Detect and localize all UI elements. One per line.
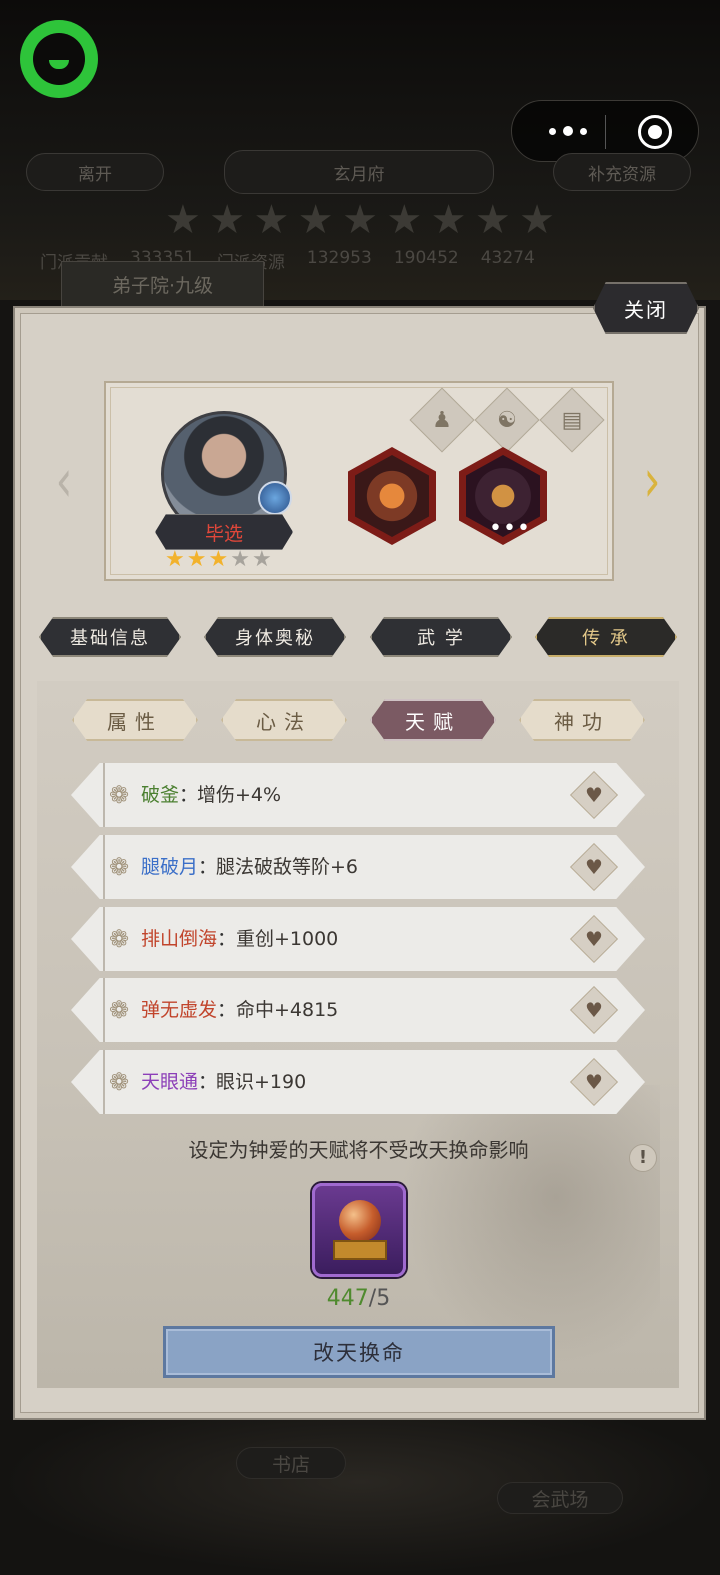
subtab-mind-method[interactable]: 心法 bbox=[221, 699, 347, 741]
item-need: /5 bbox=[368, 1286, 391, 1311]
talent-name: 腿破月 bbox=[141, 856, 199, 878]
tab-basic-info[interactable]: 基础信息 bbox=[39, 617, 181, 657]
arena-label: 会武场 bbox=[497, 1482, 623, 1514]
talent-effect: 腿法破敌等阶+6 bbox=[216, 856, 359, 878]
capsule-divider bbox=[605, 115, 606, 149]
exit-icon[interactable] bbox=[638, 115, 672, 149]
heart-icon: ♥ bbox=[585, 1070, 603, 1094]
heart-icon: ♥ bbox=[585, 783, 603, 807]
more-icon[interactable] bbox=[532, 101, 604, 161]
star-icon: ★ bbox=[165, 197, 201, 243]
talent-name: 排山倒海 bbox=[141, 928, 218, 950]
yin-yang-icon: ☯ bbox=[497, 407, 517, 433]
background-figure bbox=[400, 1085, 660, 1365]
stat-value: 190452 bbox=[393, 248, 459, 268]
favorite-button[interactable]: ♥ bbox=[569, 985, 619, 1035]
tab-body-secrets[interactable]: 身体奥秘 bbox=[204, 617, 346, 657]
leave-button: 离开 bbox=[26, 153, 164, 191]
gear-icon: ❁ bbox=[108, 853, 130, 881]
next-hero-icon[interactable]: › bbox=[640, 451, 664, 511]
change-fate-button[interactable]: 改天换命 bbox=[163, 1326, 555, 1378]
element-badge-icon bbox=[258, 481, 292, 515]
talent-effect: 命中+4815 bbox=[236, 999, 339, 1021]
star-icon: ★ bbox=[386, 197, 423, 243]
sect-name: 玄月府 bbox=[224, 150, 494, 194]
talent-row: ❁ 腿破月 ： 腿法破敌等阶+6 ♥ bbox=[71, 835, 645, 899]
talent-effect: 增伤+4% bbox=[197, 784, 282, 806]
star-filled-icon: ★ bbox=[165, 547, 185, 572]
star-icon: ★ bbox=[474, 197, 511, 243]
star-icon: ★ bbox=[297, 197, 334, 243]
talent-separator: ： bbox=[217, 999, 237, 1021]
gear-icon: ❁ bbox=[108, 1068, 130, 1096]
gear-icon: ❁ bbox=[108, 781, 130, 809]
favorite-button[interactable]: ♥ bbox=[569, 914, 619, 964]
star-filled-icon: ★ bbox=[208, 547, 229, 572]
heart-icon: ♥ bbox=[585, 998, 603, 1022]
app-logo[interactable] bbox=[20, 20, 98, 98]
star-icon: ★ bbox=[519, 197, 555, 243]
prev-hero-icon[interactable]: ‹ bbox=[52, 451, 76, 511]
talent-row: ❁ 天眼通 ： 眼识+190 ♥ bbox=[71, 1050, 645, 1114]
talent-row: ❁ 破釜 ： 增伤+4% ♥ bbox=[71, 763, 645, 827]
talent-separator: ： bbox=[217, 928, 237, 950]
building-badge: 弟子院·九级 bbox=[61, 261, 264, 307]
favorite-button[interactable]: ♥ bbox=[569, 770, 619, 820]
supplement-button: 补充资源 bbox=[553, 153, 691, 191]
crystal-orb-icon bbox=[339, 1200, 381, 1242]
hero-stars: ★ ★ ★ ★ ★ bbox=[165, 548, 283, 572]
fate-item-slot[interactable] bbox=[312, 1183, 406, 1277]
talent-effect: 重创+1000 bbox=[236, 928, 339, 950]
favorite-hint: 设定为钟爱的天赋将不受改天换命影响 bbox=[188, 1138, 529, 1162]
heart-icon: ♥ bbox=[585, 927, 603, 951]
book-icon: ▤ bbox=[561, 407, 583, 433]
star-empty-icon: ★ bbox=[230, 547, 250, 572]
info-icon[interactable]: ! bbox=[629, 1144, 657, 1172]
tab-martial-arts[interactable]: 武 学 bbox=[370, 617, 512, 657]
favorite-button[interactable]: ♥ bbox=[569, 1057, 619, 1107]
talent-name: 天眼通 bbox=[141, 1071, 199, 1093]
talent-name: 破釜 bbox=[141, 784, 180, 806]
star-icon: ★ bbox=[209, 197, 246, 243]
star-icon: ★ bbox=[342, 197, 378, 243]
bookstore-label: 书店 bbox=[236, 1447, 346, 1479]
star-filled-icon: ★ bbox=[186, 547, 207, 572]
tab-inheritance[interactable]: 传 承 bbox=[535, 617, 677, 657]
close-button[interactable]: 关闭 bbox=[593, 282, 699, 334]
subtab-attributes[interactable]: 属性 bbox=[72, 699, 198, 741]
hero-name: 毕选 bbox=[155, 514, 293, 550]
talent-separator: ： bbox=[179, 784, 199, 806]
heart-icon: ♥ bbox=[585, 855, 603, 879]
star-icon: ★ bbox=[253, 197, 290, 243]
star-empty-icon: ★ bbox=[251, 547, 272, 572]
subtab-divine-skill[interactable]: 神功 bbox=[519, 699, 645, 741]
favorite-button[interactable]: ♥ bbox=[569, 842, 619, 892]
talent-separator: ： bbox=[198, 856, 218, 878]
orb-stand bbox=[333, 1240, 387, 1260]
talent-row: ❁ 弹无虚发 ： 命中+4815 ♥ bbox=[71, 978, 645, 1042]
talent-name: 弹无虚发 bbox=[141, 999, 218, 1021]
figure-icon: ♟ bbox=[432, 407, 452, 433]
subtab-talent[interactable]: 天赋 bbox=[370, 699, 496, 741]
stat-value: 43274 bbox=[480, 248, 535, 268]
stat-value: 132953 bbox=[306, 248, 372, 268]
gear-icon: ❁ bbox=[108, 996, 130, 1024]
item-have: 447 bbox=[326, 1286, 369, 1311]
item-count: 447/5 bbox=[0, 1286, 717, 1311]
star-icon: ★ bbox=[430, 197, 467, 243]
sect-stars: ★ ★ ★ ★ ★ ★ ★ ★ ★ bbox=[165, 200, 555, 240]
talent-separator: ： bbox=[198, 1071, 218, 1093]
talent-effect: 眼识+190 bbox=[216, 1071, 307, 1093]
gear-icon: ❁ bbox=[108, 925, 130, 953]
talent-row: ❁ 排山倒海 ： 重创+1000 ♥ bbox=[71, 907, 645, 971]
